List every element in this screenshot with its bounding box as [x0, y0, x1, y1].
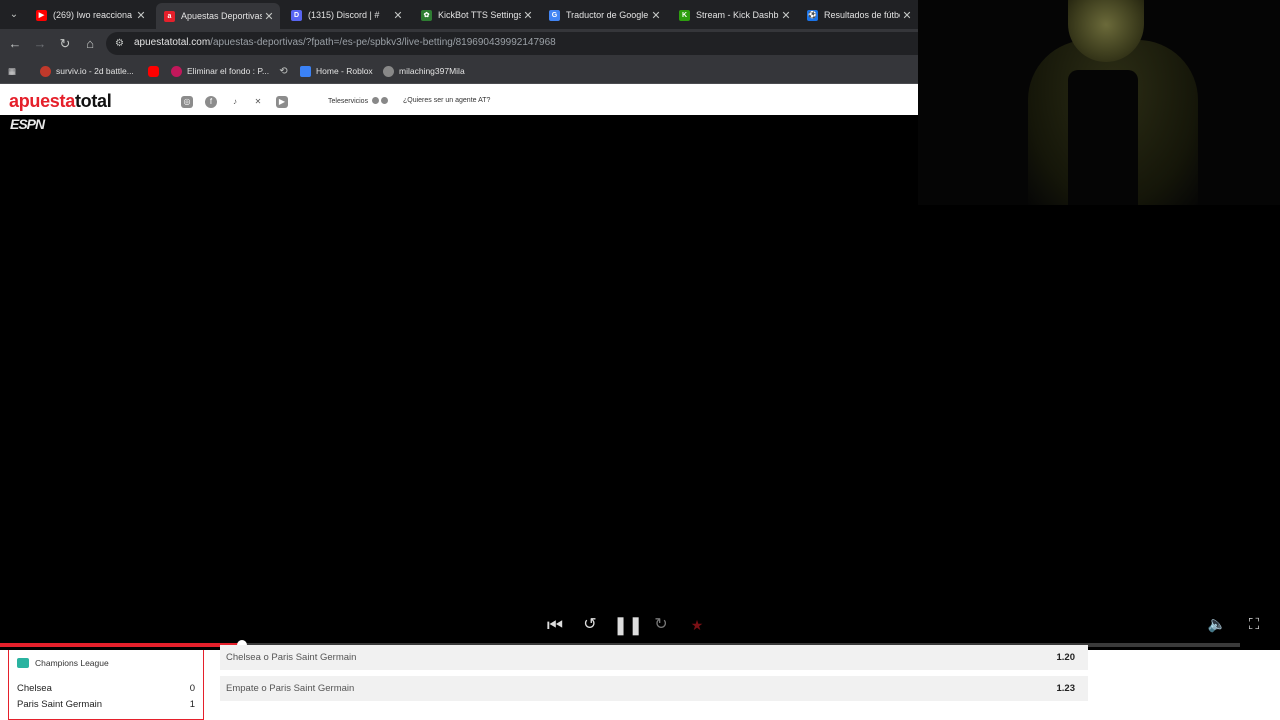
tab-bar: ⌄ ▶ (269) Iwo reacciona a ✕ a Apuestas D… [0, 0, 918, 29]
forward-arrow-icon[interactable]: → [32, 36, 48, 52]
odds-row[interactable]: Empate o Paris Saint Germain 1.23 [220, 676, 1088, 701]
live-icon[interactable]: ★ [685, 614, 709, 636]
site-settings-icon[interactable]: ⚙ [115, 37, 128, 50]
url-text[interactable]: apuestatotal.com/apuestas-deportivas/?fp… [134, 37, 556, 48]
bookmark-roblox[interactable]: Home - Roblox [300, 64, 373, 78]
tiktok-icon[interactable]: ♪ [229, 96, 241, 108]
browser-toolbar: ← → ↻ ⌂ ⚙ apuestatotal.com/apuestas-depo… [0, 29, 918, 58]
score-home: 0 [189, 683, 195, 694]
screen: ⌄ ▶ (269) Iwo reacciona a ✕ a Apuestas D… [0, 0, 1280, 720]
bookmark-remove-bg[interactable]: Eliminar el fondo : P... [171, 64, 269, 78]
youtube-favicon-icon: ▶ [36, 9, 47, 21]
tab-title: Apuestas Deportivas [181, 11, 262, 21]
surviv-icon [40, 65, 51, 77]
google-translate-favicon-icon: G [549, 9, 560, 21]
kickbot-favicon-icon: ✿ [421, 9, 432, 21]
blank-area [1088, 650, 1280, 720]
remove-bg-icon [171, 65, 182, 77]
tab-title: (1315) Discord | # [308, 10, 380, 20]
match-card[interactable]: Champions League Chelsea 0 Paris Saint G… [8, 650, 204, 720]
tab-search-chevron-icon[interactable]: ⌄ [4, 5, 24, 24]
bookmark-history[interactable]: ⟲ [278, 64, 294, 78]
odds-label: Empate o Paris Saint Germain [226, 683, 355, 694]
discord-favicon-icon: D [291, 9, 302, 21]
resultados-favicon-icon: ⚽ [807, 9, 818, 21]
tab-kick-dashboard[interactable]: K Stream - Kick Dashb ✕ [671, 4, 797, 26]
site-header: apuestatotal ◎ f ♪ ✕ ▶ Teleservicios ¿Qu… [0, 84, 918, 115]
agent-link[interactable]: ¿Quieres ser un agente AT? [403, 97, 490, 104]
apuestatotal-logo[interactable]: apuestatotal [9, 91, 112, 112]
league-label: Champions League [17, 658, 109, 668]
phone-icon [381, 97, 389, 104]
apps-grid-icon[interactable]: ▦ [8, 64, 16, 78]
close-tab-icon[interactable]: ✕ [391, 9, 405, 22]
instagram-icon[interactable]: ◎ [181, 96, 193, 108]
facebook-icon[interactable]: f [205, 96, 217, 108]
team-home: Chelsea [17, 683, 52, 694]
tab-google-translate[interactable]: G Traductor de Google ✕ [541, 4, 667, 26]
browser-window: ⌄ ▶ (269) Iwo reacciona a ✕ a Apuestas D… [0, 0, 918, 115]
roblox-icon [300, 65, 311, 77]
betting-panel: Champions League Chelsea 0 Paris Saint G… [0, 645, 1280, 720]
kick-favicon-icon: K [679, 9, 690, 21]
tab-discord[interactable]: D (1315) Discord | # ✕ [283, 4, 409, 26]
score-away: 1 [189, 699, 195, 710]
forward-10-icon[interactable]: ↻ [649, 614, 673, 636]
team-away: Paris Saint Germain [17, 699, 103, 710]
teleservicios-link[interactable]: Teleservicios [328, 97, 389, 105]
webcam-shirt [1068, 70, 1138, 205]
skip-previous-icon[interactable]: ⏮ [543, 614, 567, 636]
tab-youtube[interactable]: ▶ (269) Iwo reacciona a ✕ [28, 4, 152, 26]
odds-label: Chelsea o Paris Saint Germain [226, 652, 357, 663]
globe-icon [383, 65, 394, 77]
rewind-10-icon[interactable]: ↺ [578, 614, 602, 636]
bookmark-surviv[interactable]: surviv.io - 2d battle... [40, 64, 134, 78]
tab-title: Traductor de Google [566, 10, 649, 20]
home-icon[interactable]: ⌂ [82, 36, 98, 52]
x-twitter-icon[interactable]: ✕ [252, 96, 264, 108]
tab-title: Stream - Kick Dashb [696, 10, 779, 20]
history-icon: ⟲ [279, 65, 288, 77]
whatsapp-icon [372, 97, 380, 104]
league-icon [17, 658, 29, 668]
close-tab-icon[interactable]: ✕ [779, 9, 793, 22]
bookmark-youtube[interactable] [148, 64, 164, 78]
tab-resultados[interactable]: ⚽ Resultados de fútbol ✕ [799, 4, 918, 26]
pause-icon[interactable]: ❚❚ [613, 614, 643, 636]
odds-row[interactable]: Chelsea o Paris Saint Germain 1.20 [220, 645, 1088, 670]
volume-icon[interactable]: 🔈 [1205, 614, 1229, 636]
tab-title: Resultados de fútbol [824, 10, 900, 20]
tab-apuestas[interactable]: a Apuestas Deportivas ✕ [156, 3, 280, 29]
close-tab-icon[interactable]: ✕ [134, 9, 148, 22]
fullscreen-icon[interactable]: ⛶ [1242, 614, 1266, 636]
odds-value[interactable]: 1.20 [1057, 652, 1076, 663]
close-tab-icon[interactable]: ✕ [900, 9, 914, 22]
bookmark-milaching[interactable]: milaching397Mila [383, 64, 465, 78]
tab-title: KickBot TTS Settings [438, 10, 521, 20]
youtube-social-icon[interactable]: ▶ [276, 96, 288, 108]
close-tab-icon[interactable]: ✕ [262, 10, 276, 23]
address-bar[interactable]: ⚙ apuestatotal.com/apuestas-deportivas/?… [106, 32, 918, 55]
bookmarks-bar: ▦ surviv.io - 2d battle... Eliminar el f… [0, 58, 918, 84]
back-arrow-icon[interactable]: ← [7, 36, 23, 52]
tab-kickbot[interactable]: ✿ KickBot TTS Settings ✕ [413, 4, 539, 26]
espn-logo: ESPN [10, 116, 45, 132]
odds-value[interactable]: 1.23 [1057, 683, 1076, 694]
youtube-icon [148, 65, 159, 77]
tab-title: (269) Iwo reacciona a [53, 10, 134, 20]
close-tab-icon[interactable]: ✕ [521, 9, 535, 22]
progress-fill [0, 643, 242, 647]
webcam-overlay [918, 0, 1280, 205]
reload-icon[interactable]: ↻ [57, 36, 73, 52]
apuestatotal-favicon-icon: a [164, 10, 175, 22]
close-tab-icon[interactable]: ✕ [649, 9, 663, 22]
